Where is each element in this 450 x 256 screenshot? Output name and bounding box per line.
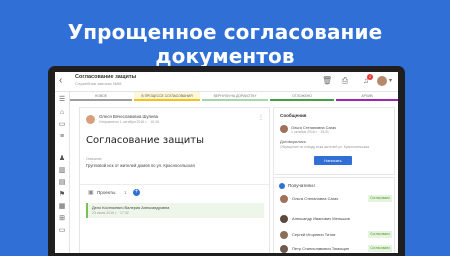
grid-icon[interactable]: ⊞ xyxy=(58,215,66,223)
print-icon[interactable]: ⎙ xyxy=(340,76,350,86)
recipient-row[interactable]: Петр Станиславович Тимощин Согласовано xyxy=(280,244,392,253)
status-badge: Согласовано xyxy=(368,245,392,252)
tab-underline xyxy=(70,99,132,101)
tab-underline xyxy=(202,99,268,101)
tab-postponed[interactable]: Отложено xyxy=(270,92,334,101)
back-arrow-icon[interactable]: ‹ xyxy=(59,75,62,86)
building-icon[interactable]: ▥ xyxy=(58,167,66,175)
person-icon[interactable]: ♟ xyxy=(58,155,66,163)
chat-icon[interactable]: ▭ xyxy=(58,121,66,129)
tab-label: Отложено xyxy=(292,94,312,98)
recipient-row[interactable]: Сергей Игоревич Титов Согласовано xyxy=(280,230,392,242)
doc-icon[interactable]: ▤ xyxy=(58,179,66,187)
tab-underline xyxy=(134,99,200,101)
recipients-count: 4 xyxy=(313,183,316,188)
recipients-card: Получатели 4 Ольга Степановна Сагач Согл… xyxy=(273,177,395,253)
message-text: Договорились xyxy=(280,139,306,144)
document-title: Согласование защиты xyxy=(75,74,137,80)
right-panel: Сообщения Ольга Степановна Сагач 1 октяб… xyxy=(273,107,395,253)
recipient-row[interactable]: Александр Иванович Меньшов xyxy=(280,214,392,226)
tab-label: Архив xyxy=(361,94,373,98)
document-heading: Согласование защиты xyxy=(86,135,204,146)
tab-underline xyxy=(270,99,334,101)
more-options-icon[interactable]: ⋮ xyxy=(258,114,264,121)
status-tabs: Новое В процессе согласования Вернули на… xyxy=(70,92,398,103)
sidebar: ☰ ⌂ ▭ ≡ ♟ ▥ ▤ ⚑ ▦ ⊞ ▭ xyxy=(55,92,70,253)
chevron-down-icon[interactable]: ▾ xyxy=(389,77,392,84)
tab-new[interactable]: Новое xyxy=(70,92,132,101)
recipient-avatar xyxy=(280,245,288,253)
recipient-name: Сергей Игоревич Титов xyxy=(292,232,336,237)
top-bar: ‹ Согласование защиты Служебная записка … xyxy=(55,72,398,92)
project-item-date: 23 июля 2016 г. · 17:32 xyxy=(92,211,129,215)
projects-count: 1 xyxy=(124,190,127,195)
author-avatar xyxy=(86,115,95,124)
tab-underline xyxy=(336,99,398,101)
project-item-title: Дело Костюкевич Валерия Александровна xyxy=(92,205,170,210)
message-avatar xyxy=(280,125,288,133)
recipient-avatar xyxy=(280,195,288,203)
recipient-avatar xyxy=(280,215,288,223)
app-screen: ‹ Согласование защиты Служебная записка … xyxy=(55,72,398,253)
messages-card: Сообщения Ольга Степановна Сагач 1 октяб… xyxy=(273,107,395,175)
user-avatar[interactable] xyxy=(377,76,387,86)
description-label: Описание xyxy=(86,157,102,161)
tab-in-progress[interactable]: В процессе согласования xyxy=(134,92,200,101)
home-icon[interactable]: ⌂ xyxy=(58,109,66,117)
recipients-title: Получатели xyxy=(288,183,313,188)
calendar-icon[interactable]: ▦ xyxy=(58,203,66,211)
tab-returned[interactable]: Вернули на доработку xyxy=(202,92,268,101)
add-project-button[interactable]: + xyxy=(133,189,140,196)
projects-label: Проекты xyxy=(97,190,116,195)
document-card: Олеся Вячеславовна Шулева Отправлено 1 о… xyxy=(79,107,270,253)
message-date: 1 октября 2016 г. · 15:31 xyxy=(291,130,329,134)
recipients-icon xyxy=(279,183,285,189)
status-badge: Согласовано xyxy=(368,195,392,202)
menu-icon[interactable]: ☰ xyxy=(58,96,66,104)
write-message-button[interactable]: Написать xyxy=(314,156,352,165)
recipient-name: Александр Иванович Меньшов xyxy=(292,216,350,221)
recipient-name: Ольга Степановна Сагач xyxy=(292,196,339,201)
headline: Упрощенное согласование документов xyxy=(67,20,383,68)
author-date: Отправлено 1 октября 2016 г. · 10:15 xyxy=(99,120,159,124)
tab-label: Новое xyxy=(94,94,108,98)
recipient-row[interactable]: Ольга Степановна Сагач Согласовано xyxy=(280,194,392,206)
tab-label: Вернули на доработку xyxy=(213,94,257,98)
status-badge: Согласовано xyxy=(368,231,392,238)
tab-label: В процессе согласования xyxy=(141,94,193,98)
notification-badge: 2 xyxy=(367,74,373,80)
document-subtitle: Служебная записка №98 xyxy=(75,81,122,86)
tab-archive[interactable]: Архив xyxy=(336,92,398,101)
project-item[interactable]: Дело Костюкевич Валерия Александровна 23… xyxy=(86,203,264,218)
message-quote: Обращение по поводу иска жителей ул. Кра… xyxy=(280,145,370,149)
author-name: Олеся Вячеславовна Шулева xyxy=(99,114,159,119)
projects-icon: ▣ xyxy=(88,190,94,196)
folder-icon[interactable]: ▭ xyxy=(58,227,66,235)
recipient-name: Петр Станиславович Тимощин xyxy=(292,246,350,251)
list-icon[interactable]: ≡ xyxy=(58,133,66,141)
description-value: Групповой иск от жителей домов по ул. Кр… xyxy=(86,163,195,168)
flag-icon[interactable]: ⚑ xyxy=(58,191,66,199)
messages-title: Сообщения xyxy=(280,113,307,118)
trash-icon[interactable]: 🗑 xyxy=(322,76,332,86)
divider xyxy=(80,184,269,185)
recipient-avatar xyxy=(280,231,288,239)
